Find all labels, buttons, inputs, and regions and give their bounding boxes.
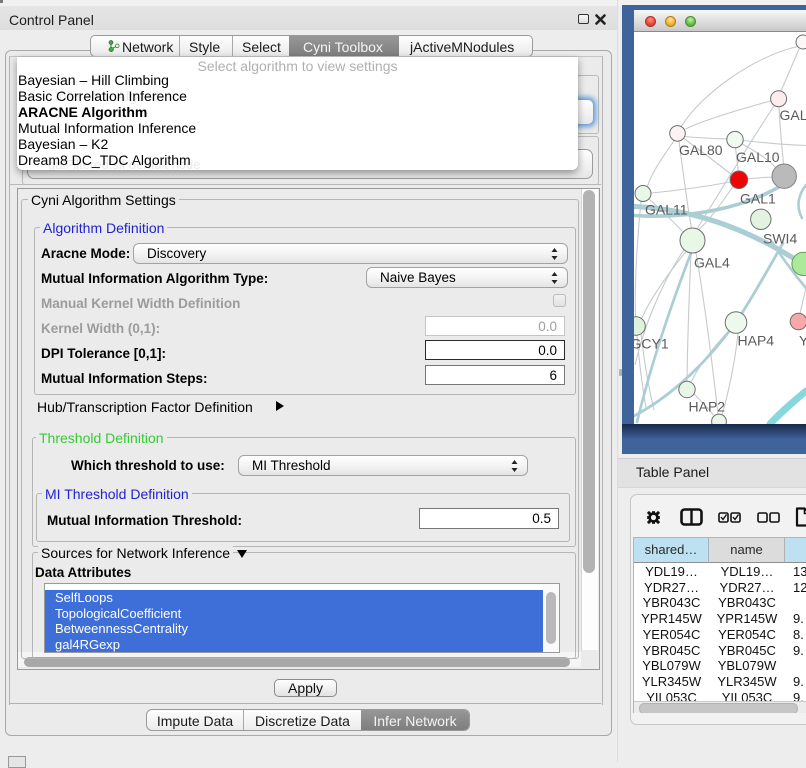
svg-text:GAL11: GAL11 xyxy=(645,202,688,218)
svg-text:GAL1: GAL1 xyxy=(740,191,776,207)
svg-text:HAP2: HAP2 xyxy=(689,399,726,415)
svg-text:GAL7: GAL7 xyxy=(780,107,806,123)
svg-text:HAP4: HAP4 xyxy=(738,333,775,349)
svg-text:GAL4: GAL4 xyxy=(694,255,730,271)
svg-text:GAL80: GAL80 xyxy=(679,142,723,158)
svg-text:GCY1: GCY1 xyxy=(634,336,669,352)
svg-text:SWI4: SWI4 xyxy=(763,231,797,247)
svg-text:GAL10: GAL10 xyxy=(736,149,780,165)
svg-text:YM: YM xyxy=(799,333,806,349)
